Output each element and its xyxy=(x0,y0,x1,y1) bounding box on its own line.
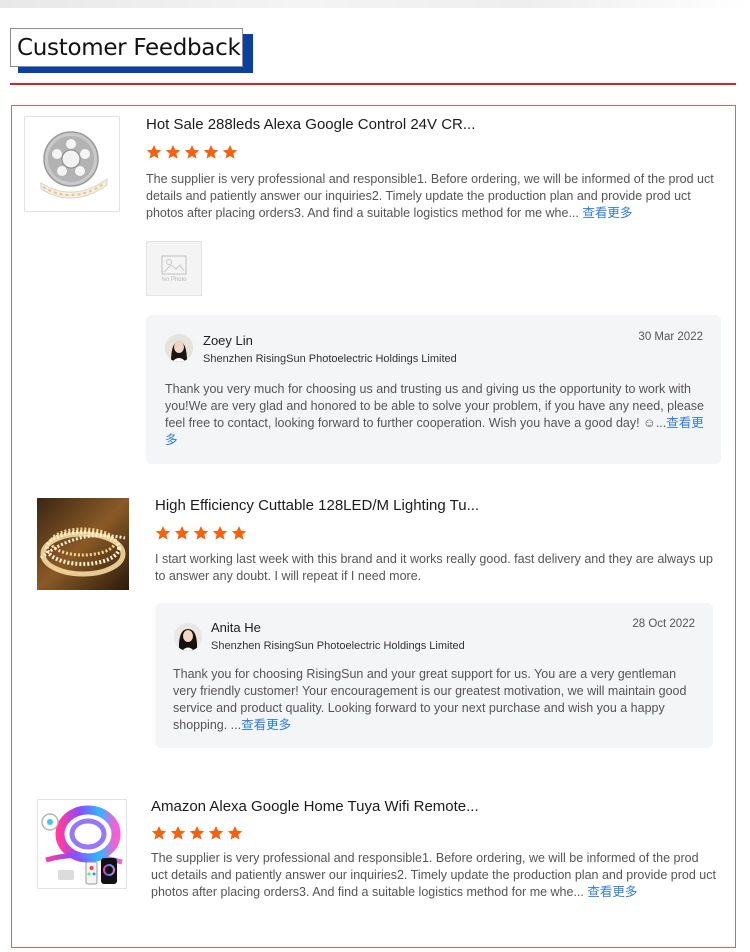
star-icon xyxy=(222,145,238,159)
star-icon xyxy=(231,526,247,540)
supplier-reply: Anita He Shenzhen RisingSun Photoelectri… xyxy=(155,603,713,748)
star-icon xyxy=(212,526,228,540)
star-icon xyxy=(193,526,209,540)
star-icon xyxy=(151,826,167,840)
review-text: The supplier is very professional and re… xyxy=(151,850,716,901)
supplier-reply: Zoey Lin Shenzhen RisingSun Photoelectri… xyxy=(146,315,721,464)
image-placeholder-icon xyxy=(161,254,187,275)
see-more-link[interactable]: 查看更多 xyxy=(582,206,632,220)
header-divider xyxy=(10,83,736,85)
product-thumbnail-rgb-kit[interactable] xyxy=(37,799,127,889)
no-photo-placeholder: No Photo xyxy=(146,241,202,296)
see-more-link[interactable]: 查看更多 xyxy=(241,718,291,732)
no-photo-caption: No Photo xyxy=(161,276,187,283)
replier-name: Zoey Lin xyxy=(203,333,253,348)
star-icon xyxy=(208,826,224,840)
reply-text: Thank you for choosing RisingSun and you… xyxy=(173,666,698,734)
reply-date: 30 Mar 2022 xyxy=(638,331,703,343)
review-text: The supplier is very professional and re… xyxy=(146,171,724,222)
star-icon xyxy=(174,526,190,540)
star-icon xyxy=(189,826,205,840)
star-icon xyxy=(203,145,219,159)
page-title: Customer Feedback xyxy=(10,28,243,67)
top-banner-strip xyxy=(0,0,750,8)
avatar xyxy=(165,334,193,362)
replier-company: Shenzhen RisingSun Photoelectric Holding… xyxy=(211,640,465,652)
star-icon xyxy=(170,826,186,840)
product-title[interactable]: Hot Sale 288leds Alexa Google Control 24… xyxy=(146,116,475,133)
avatar xyxy=(174,623,202,651)
product-thumbnail-led-strip-warm[interactable] xyxy=(37,498,129,590)
rating-stars xyxy=(151,825,243,841)
replier-company: Shenzhen RisingSun Photoelectric Holding… xyxy=(203,353,457,365)
rating-stars xyxy=(155,525,247,541)
replier-name: Anita He xyxy=(211,620,261,635)
star-icon xyxy=(146,145,162,159)
star-icon xyxy=(184,145,200,159)
star-icon xyxy=(155,526,171,540)
product-thumbnail-led-reel[interactable] xyxy=(24,116,120,212)
star-icon xyxy=(165,145,181,159)
reply-body: Thank you very much for choosing us and … xyxy=(165,382,705,430)
product-title[interactable]: High Efficiency Cuttable 128LED/M Lighti… xyxy=(155,497,479,514)
review-text: I start working last week with this bran… xyxy=(155,552,713,583)
rating-stars xyxy=(146,144,238,160)
reply-text: Thank you very much for choosing us and … xyxy=(165,381,705,449)
reply-date: 28 Oct 2022 xyxy=(632,618,695,630)
section-header: Customer Feedback xyxy=(10,28,253,73)
star-icon xyxy=(227,826,243,840)
product-title[interactable]: Amazon Alexa Google Home Tuya Wifi Remot… xyxy=(151,798,479,815)
see-more-link[interactable]: 查看更多 xyxy=(587,885,637,899)
